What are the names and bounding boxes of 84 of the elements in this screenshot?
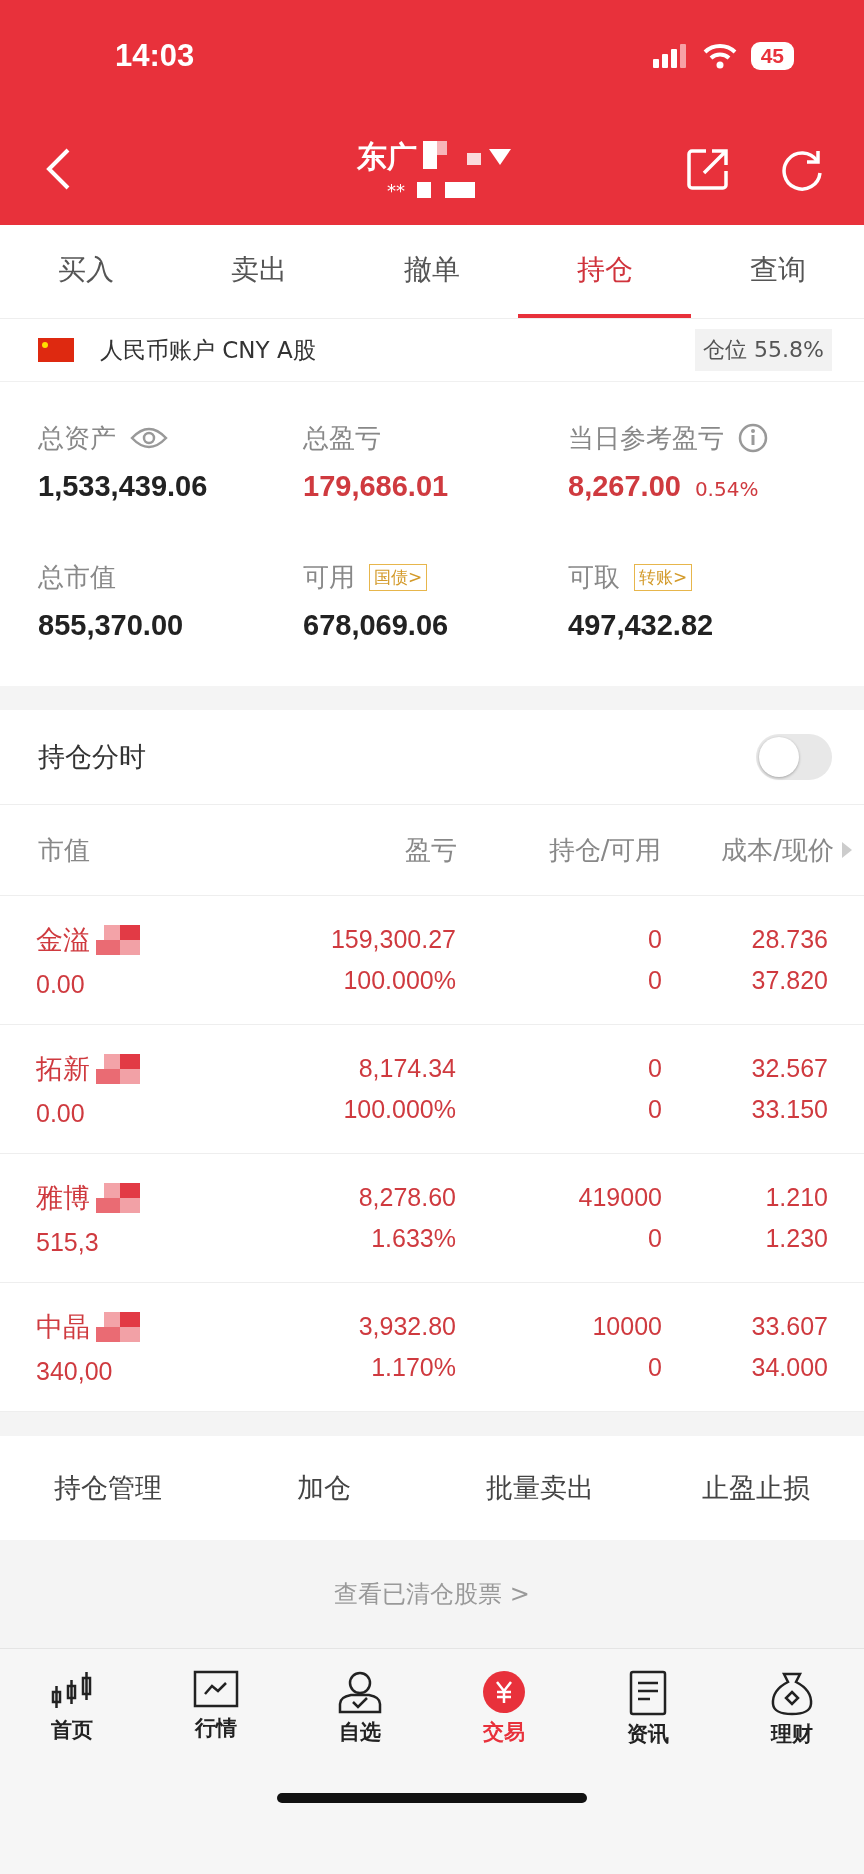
stock-name[interactable]: 雅博: [36, 1179, 90, 1216]
summary-value: 8,267.00: [568, 470, 681, 503]
position-badge: 仓位 55.8%: [695, 329, 832, 371]
summary-value: 497,432.82: [568, 609, 714, 642]
money-bag-icon: [770, 1670, 814, 1716]
account-title[interactable]: 东广: [357, 136, 417, 178]
action-button[interactable]: 批量卖出: [432, 1436, 648, 1540]
document-icon: [628, 1670, 668, 1716]
holding-quantity: 419000: [578, 1183, 662, 1212]
summary-label: 可用: [303, 560, 355, 594]
back-icon[interactable]: [44, 146, 72, 191]
summary-value: 179,686.01: [303, 470, 449, 503]
nav-tab[interactable]: 自选: [288, 1669, 432, 1749]
available-quantity: 0: [648, 966, 662, 995]
cost-price: 28.736: [751, 925, 828, 954]
profit-percent: 1.170%: [371, 1353, 456, 1382]
profit-amount: 8,278.60: [358, 1183, 456, 1212]
nav-tab[interactable]: 首页: [0, 1669, 144, 1749]
current-price: 1.230: [765, 1224, 828, 1253]
action-button[interactable]: 止盈止损: [648, 1436, 864, 1540]
profit-percent: 100.000%: [343, 966, 456, 995]
stock-name[interactable]: 拓新: [36, 1050, 90, 1087]
summary-value: 1,533,439.06: [38, 470, 208, 503]
holding-quantity: 10000: [592, 1312, 662, 1341]
profit-amount: 159,300.27: [330, 925, 456, 954]
profit-percent: 100.000%: [343, 1095, 456, 1124]
tab[interactable]: 买入: [0, 225, 173, 318]
column-header: 市值: [38, 833, 91, 867]
user-check-icon: [337, 1670, 383, 1714]
profit-amount: 3,932.80: [358, 1312, 456, 1341]
wifi-icon: [702, 43, 737, 69]
column-header: 盈亏: [403, 833, 457, 867]
summary-label: 总盈亏: [303, 421, 381, 455]
percent-change: 0.54%: [694, 477, 759, 501]
market-value: 0.00: [36, 1098, 86, 1128]
account-number: **: [387, 179, 405, 201]
tab[interactable]: 查询: [691, 225, 864, 318]
status-time: 14:03: [115, 38, 195, 74]
nav-tab[interactable]: 资讯: [576, 1669, 720, 1749]
chart-icon: [193, 1670, 239, 1710]
stock-name[interactable]: 中晶: [36, 1308, 90, 1345]
battery-level: 45: [750, 42, 794, 70]
summary-label: 总市值: [38, 560, 116, 594]
profit-amount: 8,174.34: [358, 1054, 456, 1083]
action-button[interactable]: 加仓: [216, 1436, 432, 1540]
cost-price: 1.210: [765, 1183, 828, 1212]
profit-percent: 1.633%: [371, 1224, 456, 1253]
toggle-switch[interactable]: [756, 734, 832, 780]
account-label: 人民币账户 CNY A股: [100, 335, 317, 365]
holding-quantity: 0: [648, 925, 662, 954]
current-price: 37.820: [751, 966, 828, 995]
column-header: 持仓/可用: [547, 833, 662, 867]
summary-label: 可取: [568, 560, 620, 594]
available-quantity: 0: [648, 1353, 662, 1382]
share-icon[interactable]: [686, 146, 730, 191]
dropdown-caret-icon[interactable]: [489, 149, 511, 165]
action-button[interactable]: 持仓管理: [0, 1436, 216, 1540]
summary-label: 当日参考盈亏: [568, 421, 724, 455]
cost-price: 33.607: [751, 1312, 828, 1341]
current-price: 34.000: [751, 1353, 828, 1382]
available-quantity: 0: [648, 1224, 662, 1253]
market-value: 515,3: [36, 1227, 100, 1257]
stock-name[interactable]: 金溢: [36, 921, 90, 958]
yen-icon: [482, 1670, 526, 1714]
market-value: 0.00: [36, 969, 86, 999]
intraday-label: 持仓分时: [38, 740, 146, 774]
cost-price: 32.567: [751, 1054, 828, 1083]
tab[interactable]: 卖出: [172, 225, 346, 318]
summary-label: 总资产: [38, 421, 116, 455]
available-quantity: 0: [648, 1095, 662, 1124]
flag-icon: [38, 338, 74, 362]
nav-tab[interactable]: 行情: [144, 1669, 288, 1749]
market-value: 340,00: [36, 1356, 114, 1386]
eye-icon[interactable]: [130, 426, 168, 450]
summary-value: 678,069.06: [303, 609, 449, 642]
info-icon[interactable]: [738, 423, 768, 453]
holding-quantity: 0: [648, 1054, 662, 1083]
signal-icon: [652, 44, 689, 68]
tab[interactable]: 撤单: [345, 225, 519, 318]
column-header: 成本/现价: [720, 833, 835, 867]
current-price: 33.150: [751, 1095, 828, 1124]
summary-value: 855,370.00: [38, 609, 184, 642]
nav-tab[interactable]: 理财: [720, 1669, 864, 1749]
nav-tab[interactable]: 交易: [432, 1669, 576, 1749]
